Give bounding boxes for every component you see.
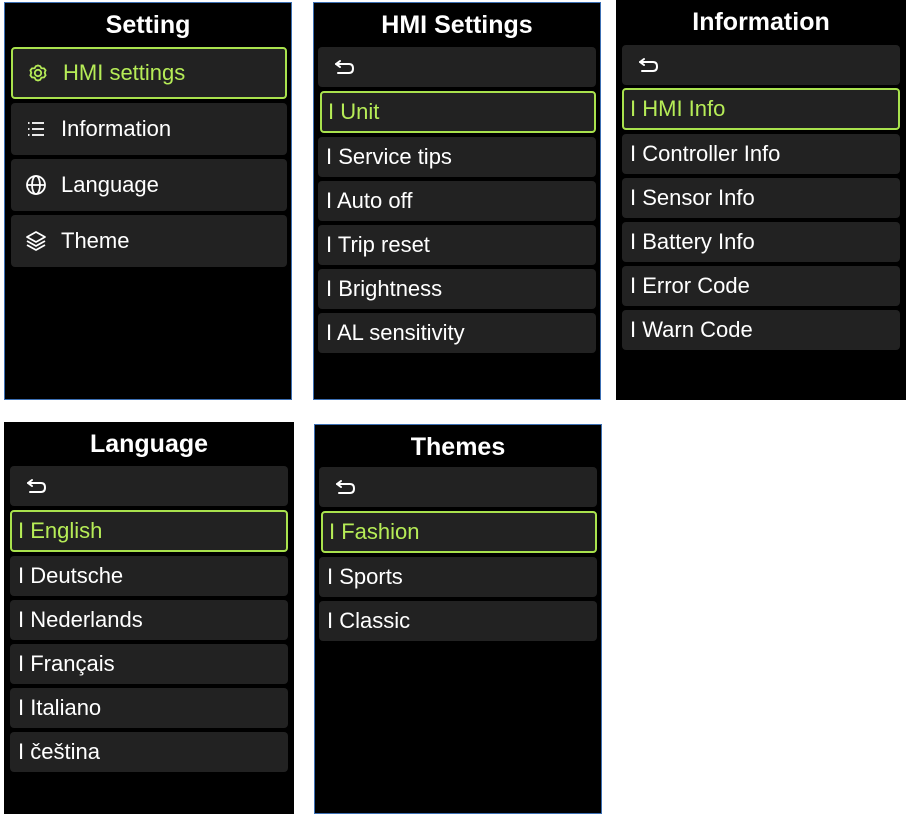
menu-item-label: I Sensor Info [630,185,755,210]
language-item-english[interactable]: I English [10,510,288,552]
language-item-francais[interactable]: I Français [10,644,288,684]
hmi-item-al-sensitivity[interactable]: I AL sensitivity [318,313,596,353]
menu-item-language[interactable]: Language [11,159,287,211]
back-arrow-icon [639,58,658,72]
theme-item-sports[interactable]: I Sports [319,557,597,597]
theme-item-classic[interactable]: I Classic [319,601,597,641]
screen-title: Information [692,8,830,36]
menu-item-label: I Italiano [18,695,102,720]
hmi-item-auto-off[interactable]: I Auto off [318,181,596,221]
themes-screen: Themes I Fashion I Sports I Classic [314,424,602,814]
menu-item-label: I Battery Info [630,229,755,254]
back-arrow-icon [336,480,355,494]
menu-item-label: I Brightness [326,276,443,301]
theme-item-fashion[interactable]: I Fashion [321,511,597,553]
menu-item-label: I Error Code [630,273,750,298]
info-item-warn-code[interactable]: I Warn Code [622,310,900,350]
menu-item-theme[interactable]: Theme [11,215,287,267]
menu-item-information[interactable]: Information [11,103,287,155]
info-item-controller-info[interactable]: I Controller Info [622,134,900,174]
menu-item-label: I Service tips [326,144,452,169]
screen-title: HMI Settings [381,11,533,39]
hmi-item-unit[interactable]: I Unit [320,91,596,133]
info-item-hmi-info[interactable]: I HMI Info [622,88,900,130]
back-button[interactable] [622,45,900,85]
gear-icon [25,60,51,86]
menu-item-label: I HMI Info [630,96,726,121]
list-icon [23,116,49,142]
globe-icon [23,172,49,198]
menu-item-label: I Deutsche [18,563,124,588]
layers-icon [23,228,49,254]
menu-item-label: I Sports [327,564,403,589]
hmi-item-trip-reset[interactable]: I Trip reset [318,225,596,265]
setting-screen: Setting HMI settings Information Languag… [4,2,292,400]
menu-item-label: I Unit [328,99,380,124]
hmi-settings-screen: HMI Settings I Unit I Service tips I Aut… [313,2,601,400]
menu-item-label: I Classic [327,608,411,633]
language-item-nederlands[interactable]: I Nederlands [10,600,288,640]
menu-item-label: Information [61,116,172,141]
language-item-deutsche[interactable]: I Deutsche [10,556,288,596]
language-item-cestina[interactable]: I čeština [10,732,288,772]
menu-item-label: HMI settings [63,60,186,85]
info-item-battery-info[interactable]: I Battery Info [622,222,900,262]
info-item-sensor-info[interactable]: I Sensor Info [622,178,900,218]
information-screen: Information I HMI Info I Controller Info… [616,0,906,400]
screen-title: Language [89,430,209,458]
back-arrow-icon [335,60,354,74]
menu-item-label: Language [61,172,159,197]
hmi-item-brightness[interactable]: I Brightness [318,269,596,309]
menu-item-label: I Fashion [329,519,420,544]
menu-item-label: I Controller Info [630,141,781,166]
menu-item-hmi-settings[interactable]: HMI settings [11,47,287,99]
menu-item-label: I Warn Code [630,317,753,342]
menu-item-label: I čeština [18,739,100,764]
info-item-error-code[interactable]: I Error Code [622,266,900,306]
back-button[interactable] [10,466,288,506]
screen-title: Themes [410,433,506,461]
menu-item-label: I Nederlands [18,607,143,632]
menu-item-label: I AL sensitivity [326,320,465,345]
menu-item-label: I English [18,518,103,543]
back-button[interactable] [319,467,597,507]
menu-item-label: I Trip reset [326,232,430,257]
menu-item-label: Theme [61,228,130,253]
back-arrow-icon [27,479,46,493]
menu-item-label: I Auto off [326,188,413,213]
hmi-item-service-tips[interactable]: I Service tips [318,137,596,177]
back-button[interactable] [318,47,596,87]
screen-title: Setting [105,11,191,39]
menu-item-label: I Français [18,651,115,676]
language-screen: Language I English I Deutsche I Nederlan… [4,422,294,814]
language-item-italiano[interactable]: I Italiano [10,688,288,728]
